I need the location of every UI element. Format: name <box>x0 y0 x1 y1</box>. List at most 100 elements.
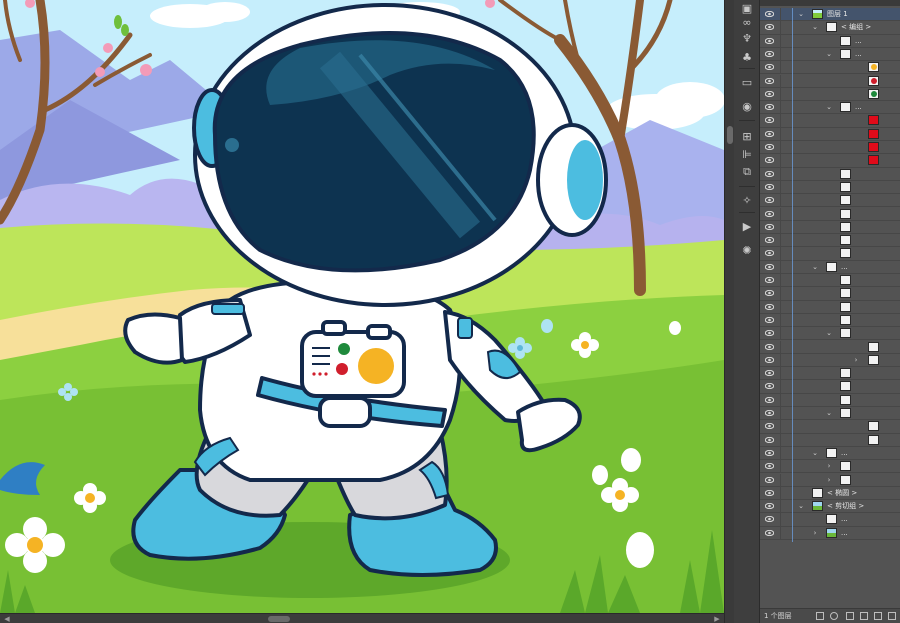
layer-row[interactable] <box>760 367 900 381</box>
vertical-scroll-thumb[interactable] <box>727 126 733 144</box>
puppet-icon[interactable]: ♆ <box>738 30 756 46</box>
layer-row[interactable] <box>760 420 900 434</box>
layer-row[interactable] <box>760 234 900 248</box>
gradient-icon[interactable]: ▭ <box>738 74 756 90</box>
layer-row[interactable]: ⌄... <box>760 446 900 461</box>
chevron-down-icon[interactable]: ⌄ <box>811 448 819 459</box>
horizontal-scrollbar[interactable]: ◀ ▶ <box>0 613 724 623</box>
visibility-eye-icon[interactable] <box>765 104 774 111</box>
visibility-eye-icon[interactable] <box>765 476 774 483</box>
chevron-down-icon[interactable]: ⌄ <box>825 49 833 60</box>
chevron-down-icon[interactable]: ⌄ <box>825 328 833 339</box>
layer-name[interactable]: ... <box>855 48 862 61</box>
layer-row[interactable]: › <box>760 473 900 487</box>
pathfinder-icon[interactable]: ⧉ <box>738 164 756 180</box>
visibility-eye-icon[interactable] <box>765 396 774 403</box>
visibility-eye-icon[interactable] <box>765 356 774 363</box>
play-icon[interactable]: ▶ <box>738 218 756 234</box>
layer-row[interactable] <box>760 393 900 407</box>
layer-row[interactable]: ⌄ <box>760 327 900 341</box>
visibility-eye-icon[interactable] <box>765 277 774 283</box>
delete-layer-icon[interactable] <box>888 612 896 620</box>
visibility-eye-icon[interactable] <box>765 316 774 323</box>
layer-row[interactable]: ⌄ <box>760 407 900 421</box>
visibility-eye-icon[interactable] <box>765 463 774 470</box>
visibility-eye-icon[interactable] <box>765 24 774 31</box>
layer-row[interactable] <box>760 313 900 328</box>
chevron-down-icon[interactable]: ⌄ <box>811 22 819 33</box>
chevron-down-icon[interactable]: ⌄ <box>797 501 805 512</box>
scroll-left-icon[interactable]: ◀ <box>2 614 12 623</box>
layer-row[interactable]: ⌄... <box>760 101 900 115</box>
layer-name[interactable]: ... <box>855 35 862 48</box>
vertical-scrollbar[interactable] <box>724 0 734 623</box>
layer-row[interactable] <box>760 300 900 314</box>
new-sublayer-icon[interactable] <box>860 612 868 620</box>
chevron-down-icon[interactable]: ⌄ <box>825 102 833 113</box>
link-icon[interactable]: ∞ <box>738 14 756 30</box>
layer-name[interactable]: < 椭圆 > <box>827 487 857 500</box>
layer-row[interactable] <box>760 380 900 394</box>
visibility-eye-icon[interactable] <box>765 423 774 430</box>
layer-row[interactable]: ⌄... <box>760 260 900 274</box>
layer-row[interactable] <box>760 287 900 301</box>
layer-row[interactable] <box>760 207 900 221</box>
visibility-eye-icon[interactable] <box>765 529 774 536</box>
chevron-down-icon[interactable]: ⌄ <box>797 9 805 20</box>
export-icon[interactable] <box>816 612 824 620</box>
chevron-down-icon[interactable]: ⌄ <box>825 408 833 419</box>
wand-icon[interactable]: ✧ <box>738 192 756 208</box>
visibility-eye-icon[interactable] <box>765 77 774 84</box>
visibility-eye-icon[interactable] <box>765 210 774 217</box>
visibility-eye-icon[interactable] <box>765 330 774 337</box>
layer-row[interactable]: ⌄ 图层 1 <box>760 8 900 22</box>
visibility-eye-icon[interactable] <box>765 197 774 204</box>
visibility-eye-icon[interactable] <box>765 90 774 97</box>
layer-row[interactable] <box>760 274 900 288</box>
layer-row[interactable] <box>760 340 900 354</box>
scroll-right-icon[interactable]: ▶ <box>712 614 722 623</box>
chevron-right-icon[interactable]: › <box>852 355 860 366</box>
layer-row[interactable]: › <box>760 460 900 474</box>
layer-row[interactable] <box>760 141 900 155</box>
layer-name[interactable]: ... <box>841 513 848 526</box>
visibility-eye-icon[interactable] <box>765 370 774 377</box>
layer-row[interactable] <box>760 180 900 195</box>
visibility-eye-icon[interactable] <box>765 37 774 44</box>
visibility-eye-icon[interactable] <box>765 11 774 17</box>
document-canvas[interactable] <box>0 0 724 613</box>
scroll-thumb[interactable] <box>268 616 290 622</box>
layer-row[interactable] <box>760 220 900 235</box>
clipping-mask-icon[interactable] <box>846 612 854 620</box>
chevron-right-icon[interactable]: › <box>825 461 833 472</box>
visibility-eye-icon[interactable] <box>765 489 774 496</box>
transform-icon[interactable]: ⊞ <box>738 128 756 144</box>
layer-row[interactable] <box>760 114 900 128</box>
visibility-eye-icon[interactable] <box>765 183 774 190</box>
visibility-eye-icon[interactable] <box>765 50 774 57</box>
layer-row[interactable]: ›... <box>760 526 900 540</box>
symbol-icon[interactable]: ◉ <box>738 98 756 114</box>
sun-icon[interactable]: ✺ <box>738 242 756 258</box>
layer-row[interactable] <box>760 433 900 447</box>
align-icon[interactable]: ⊫ <box>738 146 756 162</box>
layer-name[interactable]: < 编组 > <box>841 21 871 34</box>
layer-row[interactable] <box>760 154 900 168</box>
visibility-eye-icon[interactable] <box>765 436 774 443</box>
chevron-right-icon[interactable]: › <box>825 475 833 486</box>
new-layer-icon[interactable] <box>874 612 882 620</box>
layer-row[interactable] <box>760 247 900 261</box>
visibility-eye-icon[interactable] <box>765 516 774 523</box>
layer-row[interactable] <box>760 167 900 181</box>
visibility-eye-icon[interactable] <box>765 383 774 390</box>
layer-name[interactable]: < 剪切组 > <box>827 500 864 513</box>
visibility-eye-icon[interactable] <box>765 263 774 270</box>
chevron-right-icon[interactable]: › <box>811 528 819 539</box>
layer-row[interactable]: ⌄ < 编组 > <box>760 21 900 35</box>
layer-row[interactable] <box>760 74 900 88</box>
visibility-eye-icon[interactable] <box>765 237 774 244</box>
visibility-eye-icon[interactable] <box>765 117 774 124</box>
layer-row[interactable]: ⌄... <box>760 47 900 62</box>
layer-row[interactable] <box>760 61 900 75</box>
visibility-eye-icon[interactable] <box>765 303 774 310</box>
